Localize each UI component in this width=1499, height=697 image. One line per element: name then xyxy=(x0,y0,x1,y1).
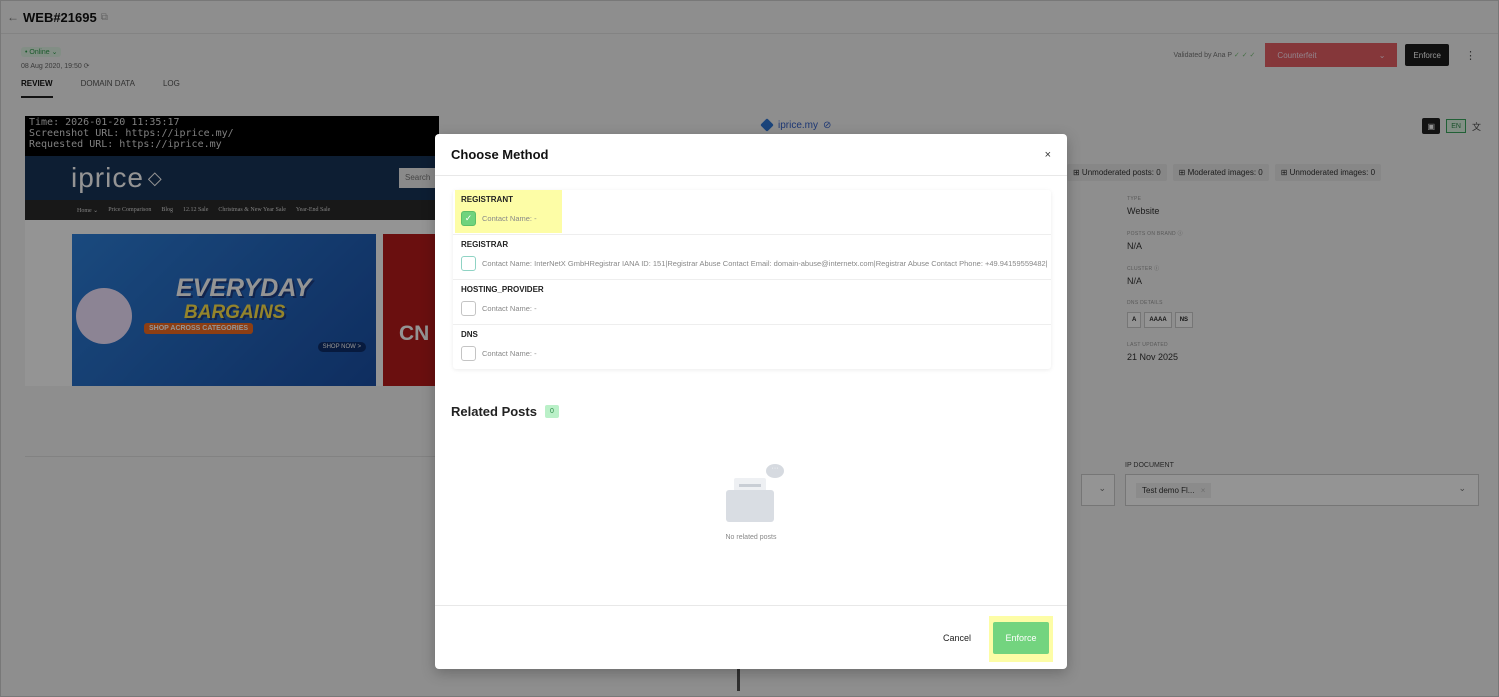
empty-inbox-icon: ··· xyxy=(716,464,786,526)
empty-state: ··· No related posts xyxy=(435,464,1067,541)
check-icon: ✓ xyxy=(464,213,473,223)
related-posts-count: 0 xyxy=(544,405,559,418)
chat-bubble-icon: ··· xyxy=(766,464,784,478)
method-dns[interactable]: DNS Contact Name: - xyxy=(453,325,1051,369)
modal-header: Choose Method × xyxy=(435,134,1067,176)
method-registrant[interactable]: REGISTRANT ✓ Contact Name: - xyxy=(453,190,1051,235)
enforce-button[interactable]: Enforce xyxy=(993,622,1049,654)
method-contact: Contact Name: - xyxy=(482,303,537,313)
method-name: DNS xyxy=(461,330,478,339)
modal-footer: Cancel Enforce xyxy=(435,605,1067,669)
modal-title: Choose Method xyxy=(451,147,549,162)
related-posts-header: Related Posts 0 xyxy=(451,404,559,419)
method-hosting-provider[interactable]: HOSTING_PROVIDER Contact Name: - xyxy=(453,280,1051,325)
method-checkbox[interactable] xyxy=(461,346,476,361)
method-name: HOSTING_PROVIDER xyxy=(461,285,544,294)
method-contact: Contact Name: InterNetX GmbHRegistrar IA… xyxy=(482,258,1048,268)
enforce-button-highlight: Enforce xyxy=(989,616,1053,662)
method-row: Contact Name: - xyxy=(461,301,1051,316)
method-name: REGISTRANT xyxy=(461,195,513,204)
method-registrar[interactable]: REGISTRAR Contact Name: InterNetX GmbHRe… xyxy=(453,235,1051,280)
method-row: Contact Name: - xyxy=(461,346,1051,361)
related-posts-title: Related Posts xyxy=(451,404,537,419)
cancel-button[interactable]: Cancel xyxy=(932,622,981,654)
method-checkbox[interactable] xyxy=(461,301,476,316)
choose-method-modal: Choose Method × REGISTRANT ✓ Contact Nam… xyxy=(435,134,1067,669)
method-checkbox-checked[interactable]: ✓ xyxy=(461,211,476,226)
close-icon[interactable]: × xyxy=(1045,149,1051,161)
method-checkbox[interactable] xyxy=(461,256,476,271)
method-list: REGISTRANT ✓ Contact Name: - REGISTRAR C… xyxy=(453,190,1051,369)
empty-state-text: No related posts xyxy=(725,534,777,541)
method-contact: Contact Name: - xyxy=(482,213,537,223)
method-row: ✓ Contact Name: - xyxy=(461,211,1051,226)
method-name: REGISTRAR xyxy=(461,240,509,249)
method-row: Contact Name: InterNetX GmbHRegistrar IA… xyxy=(461,256,1051,271)
method-contact: Contact Name: - xyxy=(482,348,537,358)
